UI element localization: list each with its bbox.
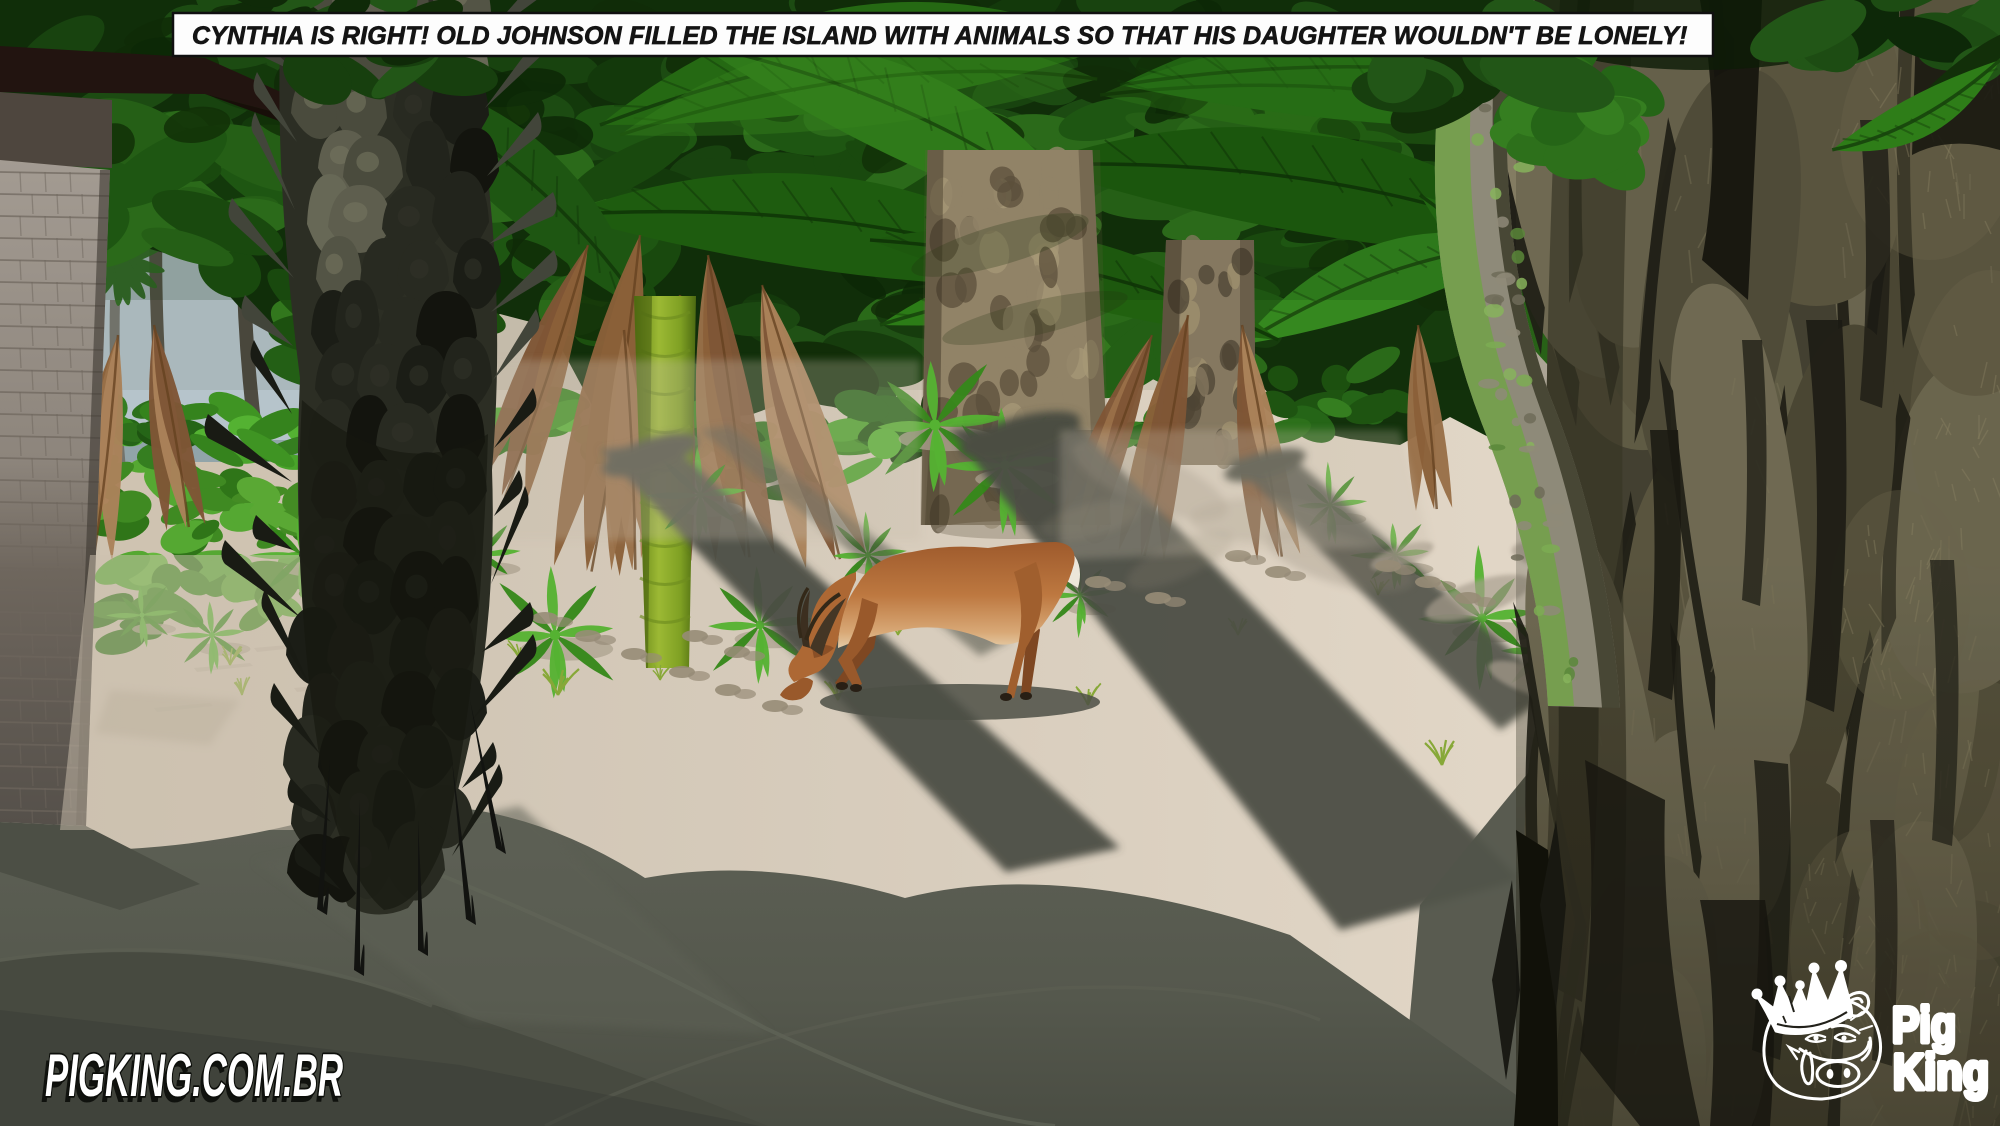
svg-text:King: King bbox=[1893, 1044, 1989, 1100]
svg-text:CYNTHIA IS RIGHT! OLD JOHNSON: CYNTHIA IS RIGHT! OLD JOHNSON FILLED THE… bbox=[192, 22, 1688, 50]
svg-text:PIGKING.COM.BR: PIGKING.COM.BR bbox=[45, 1042, 343, 1109]
